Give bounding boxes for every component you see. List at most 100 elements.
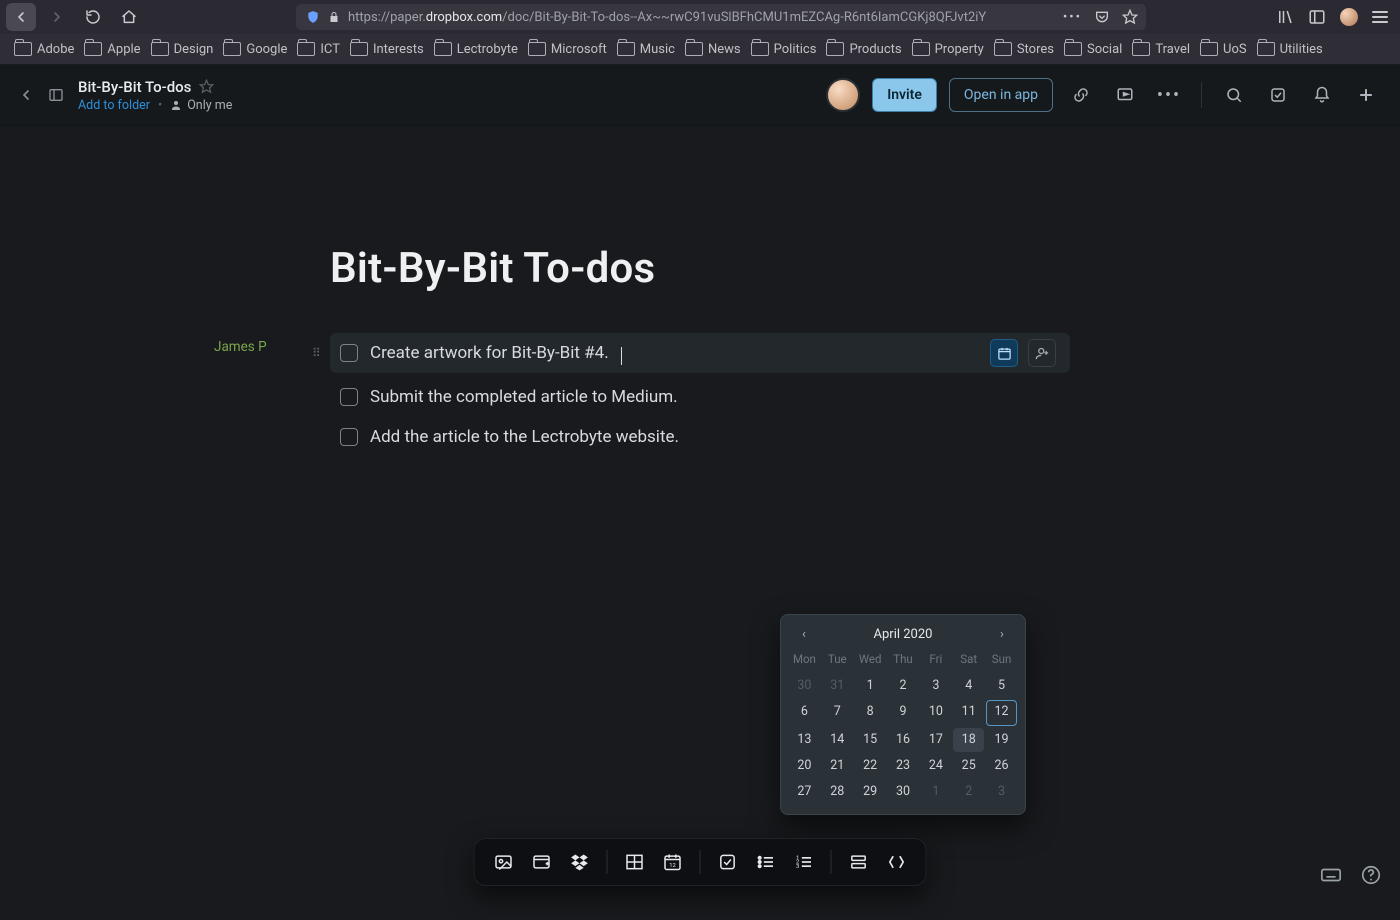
calendar-day[interactable]: 29 [855,780,886,804]
todo-item[interactable]: Submit the completed article to Medium. [330,381,1070,413]
bookmark-folder[interactable]: Lectrobyte [434,42,518,57]
notifications-icon[interactable] [1306,79,1338,111]
due-date-button[interactable] [990,339,1018,367]
help-icon[interactable] [1360,864,1382,886]
calendar-day[interactable]: 10 [920,700,951,724]
meatballs-icon[interactable]: ••• [1063,10,1082,25]
bookmark-folder[interactable]: ICT [297,42,340,57]
bookmark-folder[interactable]: Microsoft [528,42,607,57]
calendar-day[interactable]: 30 [888,780,919,804]
calendar-day[interactable]: 28 [822,780,853,804]
calendar-day[interactable]: 21 [822,754,853,778]
pocket-icon[interactable] [1094,9,1110,25]
favorite-star-icon[interactable] [199,79,214,94]
insert-image-icon[interactable] [487,845,521,879]
doc-title[interactable]: Bit-By-Bit To-dos [78,78,191,96]
bookmark-folder[interactable]: Utilities [1257,42,1323,57]
library-icon[interactable] [1276,8,1294,26]
insert-code-icon[interactable] [880,845,914,879]
calendar-day[interactable]: 17 [920,728,951,752]
calendar-day[interactable]: 22 [855,754,886,778]
calendar-day[interactable]: 8 [855,700,886,724]
add-to-folder-link[interactable]: Add to folder [78,98,150,113]
insert-numbered-icon[interactable]: 123 [787,845,821,879]
insert-table-icon[interactable] [618,845,652,879]
todo-item[interactable]: Add the article to the Lectrobyte websit… [330,421,1070,453]
profile-avatar-icon[interactable] [1340,8,1358,26]
month-prev[interactable]: ‹ [795,627,813,642]
calendar-day[interactable]: 26 [986,754,1017,778]
bookmark-folder[interactable]: Property [912,42,984,57]
url-bar[interactable]: https://paper.dropbox.com/doc/Bit-By-Bit… [296,4,1146,30]
calendar-day[interactable]: 27 [789,780,820,804]
bookmark-folder[interactable]: Products [826,42,901,57]
calendar-day[interactable]: 25 [953,754,984,778]
bookmark-folder[interactable]: Apple [84,42,140,57]
history-back-icon[interactable] [18,87,34,103]
calendar-day[interactable]: 16 [888,728,919,752]
todo-item[interactable]: James P ⠿ Create artwork for Bit-By-Bit … [330,333,1070,373]
bookmark-folder[interactable]: Google [223,42,287,57]
bookmark-folder[interactable]: Adobe [14,42,74,57]
calendar-day[interactable]: 15 [855,728,886,752]
calendar-day[interactable]: 2 [888,674,919,698]
bookmark-folder[interactable]: Travel [1132,42,1190,57]
calendar-day[interactable]: 20 [789,754,820,778]
bookmark-folder[interactable]: Politics [751,42,817,57]
document-heading[interactable]: Bit-By-Bit To-dos [330,244,1070,293]
calendar-day[interactable]: 1 [855,674,886,698]
month-next[interactable]: › [993,627,1011,642]
calendar-day[interactable]: 9 [888,700,919,724]
drag-handle-icon[interactable]: ⠿ [312,346,320,360]
calendar-day[interactable]: 3 [920,674,951,698]
nav-forward[interactable] [42,3,72,31]
insert-bullets-icon[interactable] [749,845,783,879]
insert-dropbox-icon[interactable] [563,845,597,879]
panel-icon[interactable] [46,87,66,103]
calendar-day[interactable]: 13 [789,728,820,752]
calendar-day[interactable]: 4 [953,674,984,698]
nav-reload[interactable] [78,3,108,31]
insert-checklist-icon[interactable] [711,845,745,879]
todo-checkbox[interactable] [340,428,358,446]
bookmark-folder[interactable]: Interests [350,42,424,57]
nav-home[interactable] [114,3,144,31]
present-icon[interactable] [1109,79,1141,111]
assign-button[interactable] [1028,339,1056,367]
calendar-day[interactable]: 18 [953,728,984,752]
bookmark-folder[interactable]: UoS [1200,42,1247,57]
keyboard-shortcuts-icon[interactable] [1320,864,1342,886]
invite-button[interactable]: Invite [872,78,937,112]
bookmark-folder[interactable]: Design [151,42,214,57]
calendar-day[interactable]: 24 [920,754,951,778]
more-menu-icon[interactable]: ••• [1153,79,1185,111]
calendar-day[interactable]: 11 [953,700,984,724]
todo-checkbox[interactable] [340,344,358,362]
nav-back[interactable] [6,3,36,31]
calendar-day[interactable]: 23 [888,754,919,778]
todo-text[interactable]: Create artwork for Bit-By-Bit #4. [370,343,609,363]
sharing-scope[interactable]: Only me [170,98,232,113]
user-avatar[interactable] [826,78,860,112]
calendar-day[interactable]: 14 [822,728,853,752]
copy-link-icon[interactable] [1065,79,1097,111]
calendar-day[interactable]: 5 [986,674,1017,698]
search-icon[interactable] [1218,79,1250,111]
open-in-app-button[interactable]: Open in app [949,78,1053,112]
calendar-day[interactable]: 6 [789,700,820,724]
bookmark-folder[interactable]: News [685,42,741,57]
todo-text[interactable]: Submit the completed article to Medium. [370,387,678,407]
insert-timeline-icon[interactable]: 12 [656,845,690,879]
tasks-icon[interactable] [1262,79,1294,111]
todo-checkbox[interactable] [340,388,358,406]
bookmark-folder[interactable]: Music [617,42,675,57]
todo-text[interactable]: Add the article to the Lectrobyte websit… [370,427,679,447]
calendar-day[interactable]: 19 [986,728,1017,752]
insert-divider-icon[interactable] [842,845,876,879]
star-icon[interactable] [1122,9,1138,25]
create-new-icon[interactable] [1350,79,1382,111]
hamburger-icon[interactable] [1372,11,1388,23]
bookmark-folder[interactable]: Stores [994,42,1054,57]
bookmark-folder[interactable]: Social [1064,42,1122,57]
calendar-day[interactable]: 12 [986,700,1017,726]
